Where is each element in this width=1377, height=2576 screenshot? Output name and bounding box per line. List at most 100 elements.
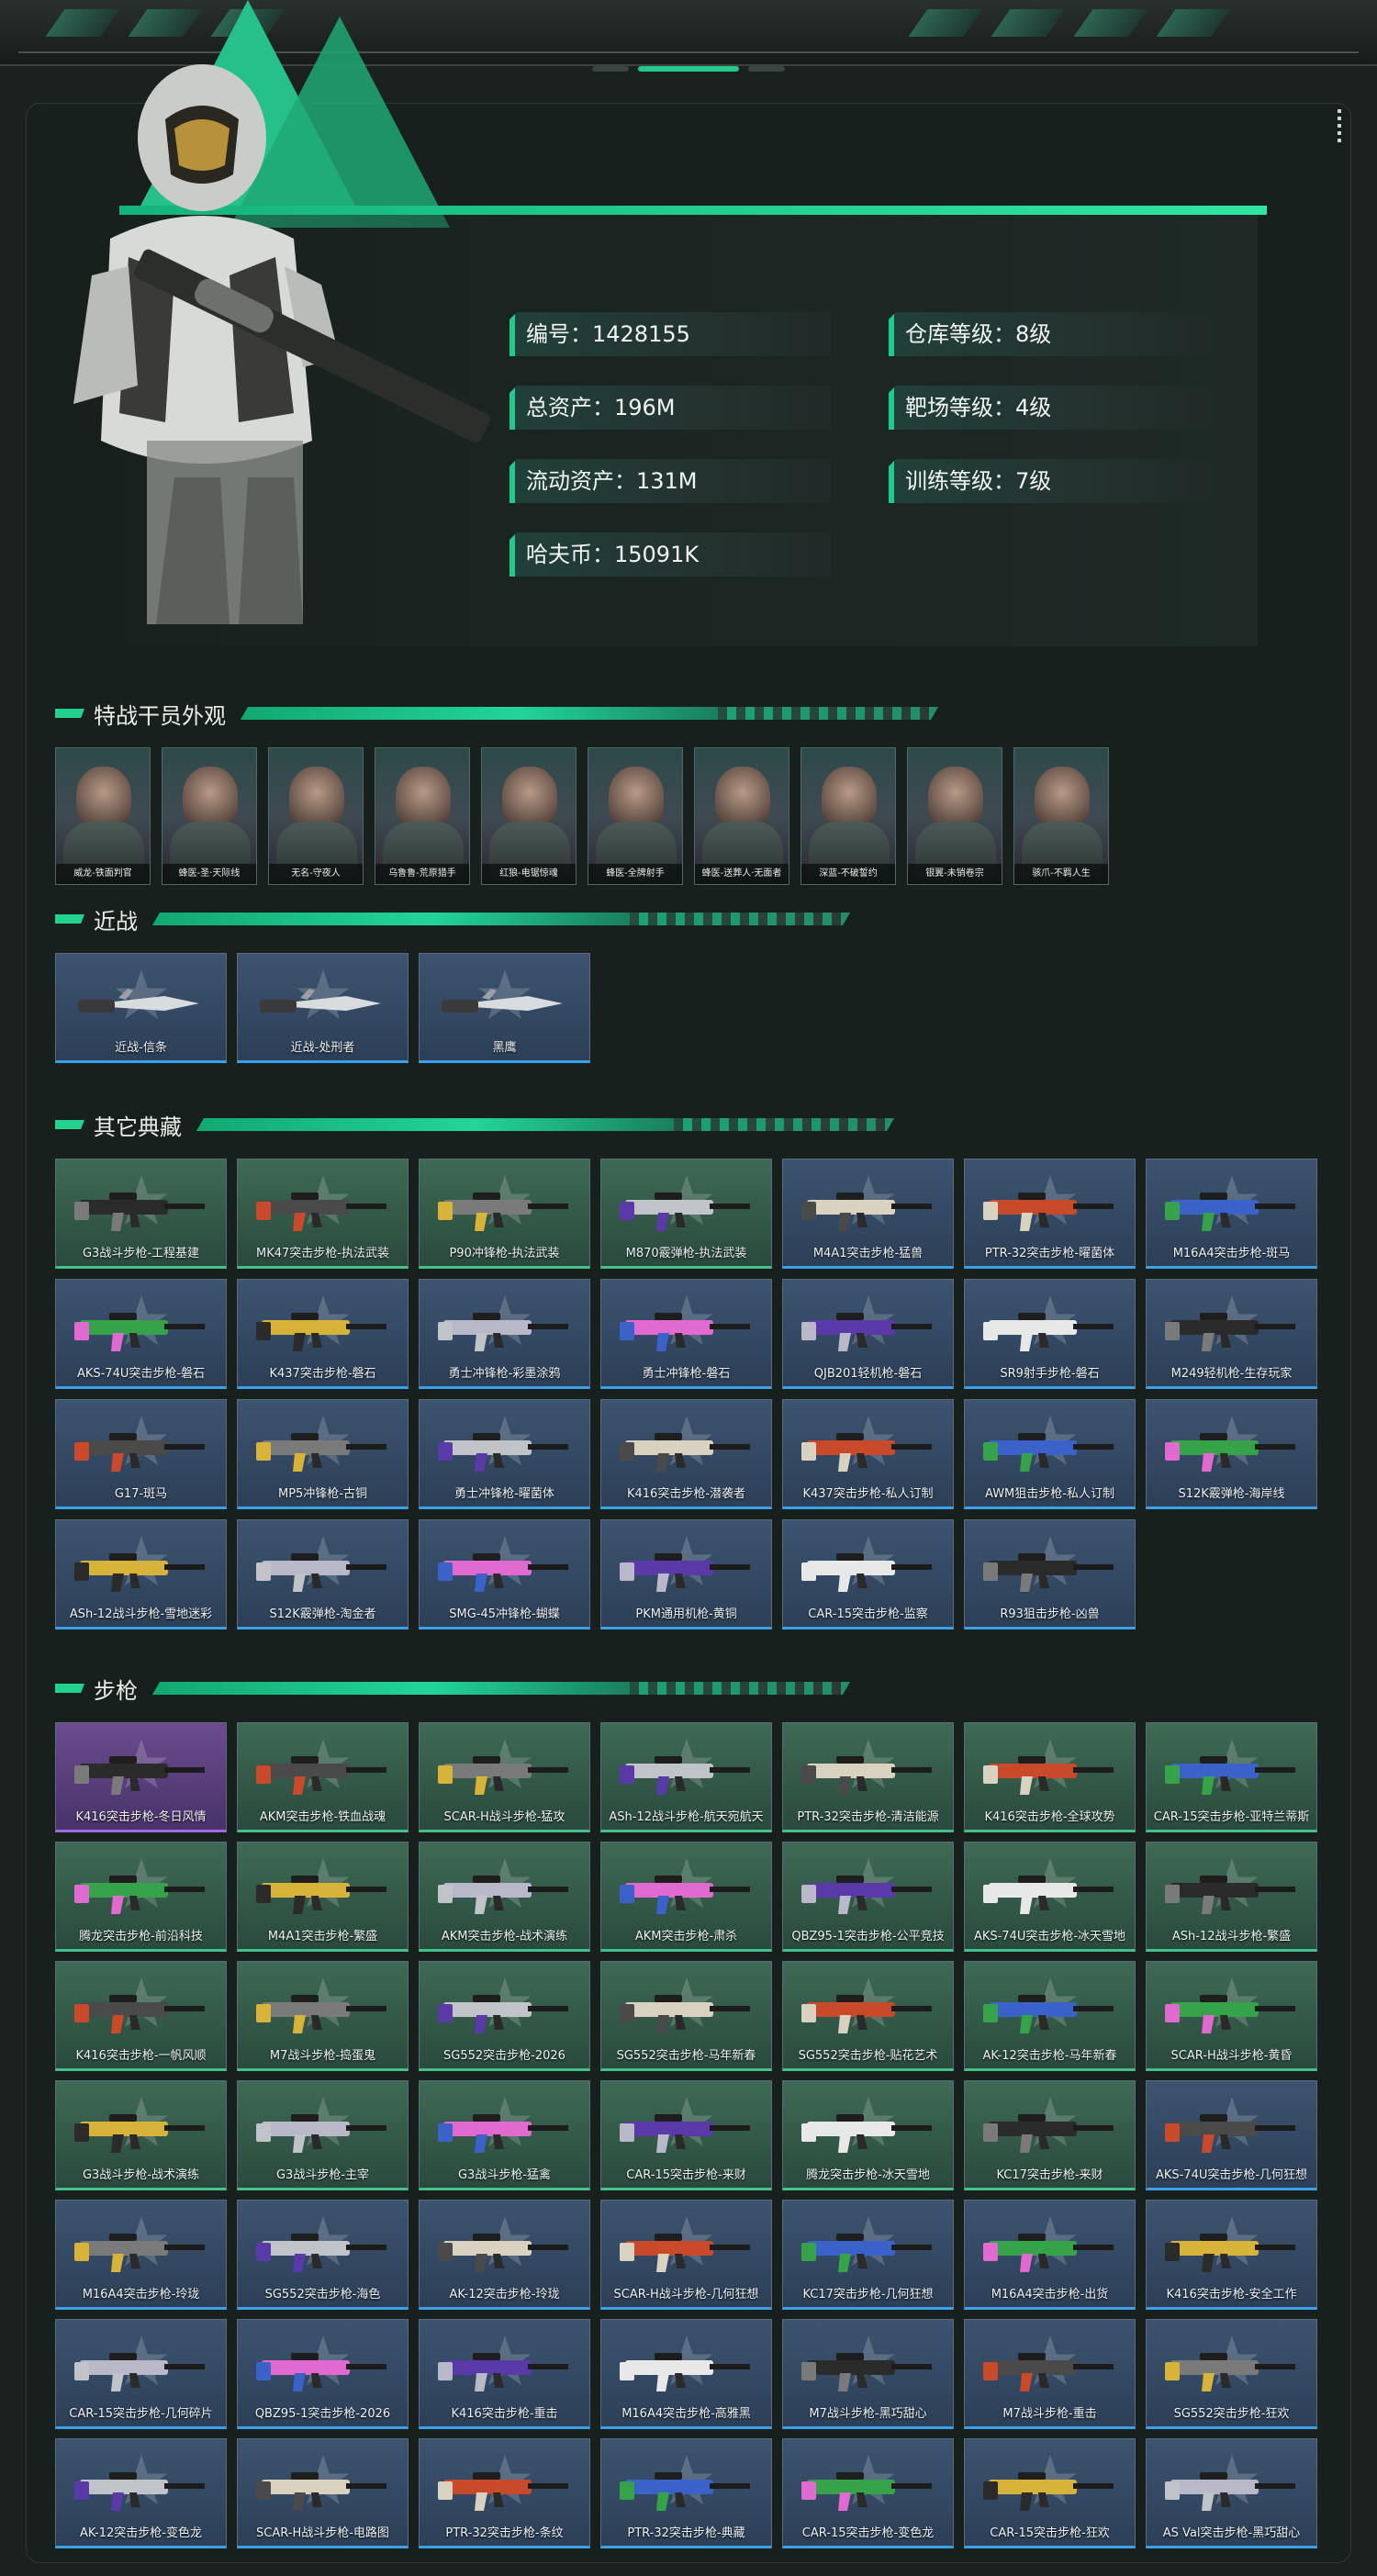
weapon-card[interactable]: SCAR-H战斗步枪-几何狂想 — [600, 2200, 772, 2310]
weapon-card[interactable]: G3战斗步枪-主宰 — [237, 2080, 409, 2190]
rifle-icon — [438, 1876, 568, 1914]
weapon-card[interactable]: M7战斗步枪-黑巧甜心 — [782, 2319, 954, 2429]
agent-skin-card[interactable]: 威龙-铁面判官 — [55, 747, 151, 885]
rifle-icon — [256, 2472, 386, 2511]
weapon-card[interactable]: K416突击步枪-冬日风情 — [55, 1722, 227, 1832]
weapon-card[interactable]: 腾龙突击步枪-冰天雪地 — [782, 2080, 954, 2190]
weapon-card[interactable]: PTR-32突击步枪-条纹 — [419, 2438, 590, 2548]
weapon-card[interactable]: ASh-12战斗步枪-雪地迷彩 — [55, 1519, 227, 1630]
weapon-card[interactable]: CAR-15突击步枪-狂欢 — [964, 2438, 1136, 2548]
weapon-card[interactable]: S12K霰弹枪-淘金者 — [237, 1519, 409, 1630]
weapon-card[interactable]: AK-12突击步枪-玲珑 — [419, 2200, 590, 2310]
weapon-card[interactable]: AK-12突击步枪-马年新春 — [964, 1961, 1136, 2071]
melee-card[interactable]: 近战-信条 — [55, 953, 227, 1063]
weapon-card[interactable]: G3战斗步枪-工程基建 — [55, 1159, 227, 1269]
weapon-card[interactable]: M249轻机枪-生存玩家 — [1146, 1279, 1317, 1389]
agent-skin-card[interactable]: 乌鲁鲁-荒原猎手 — [375, 747, 470, 885]
weapon-card[interactable]: M7战斗步枪-捣蛋鬼 — [237, 1961, 409, 2071]
weapon-card[interactable]: M7战斗步枪-重击 — [964, 2319, 1136, 2429]
agent-skin-card[interactable]: 红狼-电锯惊魂 — [481, 747, 577, 885]
weapon-card[interactable]: M16A4突击步枪-出货 — [964, 2200, 1136, 2310]
weapon-card[interactable]: SCAR-H战斗步枪-电路图 — [237, 2438, 409, 2548]
weapon-card[interactable]: S12K霰弹枪-海岸线 — [1146, 1399, 1317, 1509]
weapon-card[interactable]: G3战斗步枪-战术演练 — [55, 2080, 227, 2190]
weapon-card[interactable]: SMG-45冲锋枪-蝴蝶 — [419, 1519, 590, 1630]
weapon-card[interactable]: K416突击步枪-潜袭者 — [600, 1399, 772, 1509]
weapon-card[interactable]: SCAR-H战斗步枪-黄昏 — [1146, 1961, 1317, 2071]
weapon-card[interactable]: AK-12突击步枪-变色龙 — [55, 2438, 227, 2548]
weapon-card[interactable]: G3战斗步枪-猛禽 — [419, 2080, 590, 2190]
weapon-card[interactable]: MP5冲锋枪-古铜 — [237, 1399, 409, 1509]
weapon-card[interactable]: 腾龙突击步枪-前沿科技 — [55, 1842, 227, 1952]
weapon-card[interactable]: AWM狙击步枪-私人订制 — [964, 1399, 1136, 1509]
melee-card[interactable]: 近战-处刑者 — [237, 953, 409, 1063]
weapon-card[interactable]: 勇士冲锋枪-曜菌体 — [419, 1399, 590, 1509]
weapon-card[interactable]: AKM突击步枪-铁血战魂 — [237, 1722, 409, 1832]
weapon-card[interactable]: M16A4突击步枪-玲珑 — [55, 2200, 227, 2310]
weapon-card[interactable]: M870霰弹枪-执法武装 — [600, 1159, 772, 1269]
weapon-card[interactable]: ASh-12战斗步枪-航天宛航天 — [600, 1722, 772, 1832]
weapon-card[interactable]: K437突击步枪-磐石 — [237, 1279, 409, 1389]
weapon-card[interactable]: K416突击步枪-全球攻势 — [964, 1722, 1136, 1832]
agent-skin-card[interactable]: 银翼-未销卷宗 — [907, 747, 1002, 885]
weapon-card[interactable]: KC17突击步枪-几何狂想 — [782, 2200, 954, 2310]
weapon-card[interactable]: PTR-32突击步枪-清洁能源 — [782, 1722, 954, 1832]
weapon-card[interactable]: SG552突击步枪-海色 — [237, 2200, 409, 2310]
weapon-card[interactable]: SCAR-H战斗步枪-猛攻 — [419, 1722, 590, 1832]
weapon-card[interactable]: 勇士冲锋枪-彩墨涂鸦 — [419, 1279, 590, 1389]
weapon-card[interactable]: CAR-15突击步枪-亚特兰蒂斯 — [1146, 1722, 1317, 1832]
weapon-card[interactable]: K416突击步枪-一帆风顺 — [55, 1961, 227, 2071]
weapon-card[interactable]: M16A4突击步枪-斑马 — [1146, 1159, 1317, 1269]
weapon-card[interactable]: K416突击步枪-重击 — [419, 2319, 590, 2429]
weapon-card[interactable]: AKS-74U突击步枪-磐石 — [55, 1279, 227, 1389]
agent-skin-card[interactable]: 蜂医-圣·天际线 — [162, 747, 257, 885]
agent-skin-card[interactable]: 深蓝-不破誓约 — [800, 747, 896, 885]
agent-skin-card[interactable]: 骇爪-不羁人生 — [1013, 747, 1109, 885]
weapon-card[interactable]: R93狙击步枪-凶兽 — [964, 1519, 1136, 1630]
weapon-card[interactable]: MK47突击步枪-执法武装 — [237, 1159, 409, 1269]
card-label: QJB201轻机枪-磐石 — [813, 1367, 923, 1381]
weapon-card[interactable]: M4A1突击步枪-猛兽 — [782, 1159, 954, 1269]
weapon-card[interactable]: AKS-74U突击步枪-冰天雪地 — [964, 1842, 1136, 1952]
card-label: AK-12突击步枪-马年新春 — [982, 2049, 1117, 2063]
weapon-card[interactable]: QBZ95-1突击步枪-公平竞技 — [782, 1842, 954, 1952]
weapon-card[interactable]: AKM突击步枪-肃杀 — [600, 1842, 772, 1952]
weapon-card[interactable]: P90冲锋枪-执法武装 — [419, 1159, 590, 1269]
weapon-card[interactable]: AKM突击步枪-战术演练 — [419, 1842, 590, 1952]
weapon-card[interactable]: PKM通用机枪-黄铜 — [600, 1519, 772, 1630]
weapon-card[interactable]: ASh-12战斗步枪-繁盛 — [1146, 1842, 1317, 1952]
melee-card[interactable]: 黑鹰 — [419, 953, 590, 1063]
rifle-icon — [438, 2234, 568, 2272]
weapon-card[interactable]: SR9射手步枪-磐石 — [964, 1279, 1136, 1389]
weapon-card[interactable]: K416突击步枪-安全工作 — [1146, 2200, 1317, 2310]
rifle-icon — [801, 1756, 932, 1795]
weapon-card[interactable]: M16A4突击步枪-高雅黑 — [600, 2319, 772, 2429]
agent-skin-card[interactable]: 蜂医-全牌射手 — [588, 747, 683, 885]
agent-skin-card[interactable]: 无名-守夜人 — [268, 747, 364, 885]
weapon-card[interactable]: QJB201轻机枪-磐石 — [782, 1279, 954, 1389]
rifle-icon — [438, 1193, 568, 1231]
weapon-card[interactable]: CAR-15突击步枪-来财 — [600, 2080, 772, 2190]
weapon-card[interactable]: CAR-15突击步枪-变色龙 — [782, 2438, 954, 2548]
weapon-card[interactable]: SG552突击步枪-贴花艺术 — [782, 1961, 954, 2071]
weapon-card[interactable]: KC17突击步枪-来财 — [964, 2080, 1136, 2190]
weapon-card[interactable]: G17-斑马 — [55, 1399, 227, 1509]
weapon-card[interactable]: K437突击步枪-私人订制 — [782, 1399, 954, 1509]
weapon-card[interactable]: CAR-15突击步枪-几何碎片 — [55, 2319, 227, 2429]
rifle-icon — [256, 2234, 386, 2272]
agent-skin-card[interactable]: 蜂医-送葬人·无面者 — [694, 747, 789, 885]
weapon-card[interactable]: PTR-32突击步枪-曜菌体 — [964, 1159, 1136, 1269]
weapon-card[interactable]: CAR-15突击步枪-监察 — [782, 1519, 954, 1630]
weapon-card[interactable]: SG552突击步枪-2026 — [419, 1961, 590, 2071]
weapon-card[interactable]: SG552突击步枪-马年新春 — [600, 1961, 772, 2071]
weapon-card[interactable]: QBZ95-1突击步枪-2026 — [237, 2319, 409, 2429]
weapon-card[interactable]: M4A1突击步枪-繁盛 — [237, 1842, 409, 1952]
weapon-card[interactable]: PTR-32突击步枪-典藏 — [600, 2438, 772, 2548]
weapon-card[interactable]: AS Val突击步枪-黑巧甜心 — [1146, 2438, 1317, 2548]
weapon-card[interactable]: AKS-74U突击步枪-几何狂想 — [1146, 2080, 1317, 2190]
weapon-card[interactable]: SG552突击步枪-狂欢 — [1146, 2319, 1317, 2429]
weapon-card[interactable]: 勇士冲锋枪-磐石 — [600, 1279, 772, 1389]
card-label: PKM通用机枪-黄铜 — [635, 1607, 737, 1621]
rifle-icon — [620, 1756, 750, 1795]
panel-scroll-handle[interactable] — [1338, 109, 1341, 142]
